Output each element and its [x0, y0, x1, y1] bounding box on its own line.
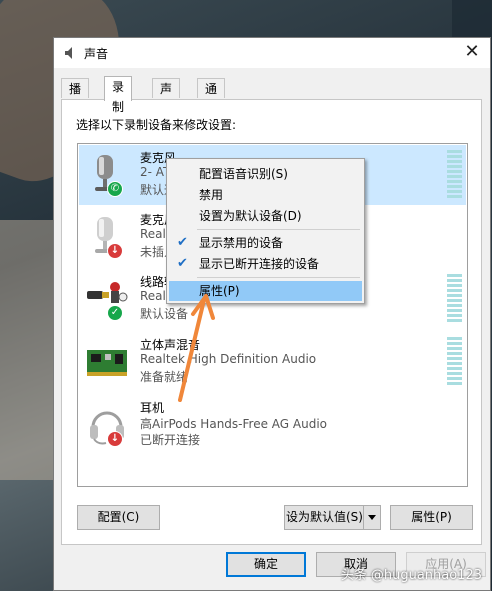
chevron-down-icon[interactable] [363, 506, 380, 529]
background-shape [0, 220, 60, 480]
menu-item-label: 显示已断开连接的设备 [199, 257, 320, 271]
tab-recording[interactable]: 录制 [104, 76, 133, 114]
menu-item-disable[interactable]: 禁用 [169, 185, 362, 205]
properties-button[interactable]: 属性(P) [390, 505, 473, 530]
menu-item-label: 显示禁用的设备 [199, 236, 284, 250]
menu-item-configure-speech[interactable]: 配置语音识别(S) [169, 164, 362, 184]
device-item-stereo-mix[interactable]: 立体声混音 Realtek High Definition Audio 准备就绪 [79, 332, 466, 392]
device-name: 耳机 [140, 401, 165, 415]
menu-item-set-default[interactable]: 设置为默认设备(D) [169, 206, 362, 226]
close-button[interactable]: ✕ [454, 38, 490, 68]
window-title: 声音 [84, 47, 109, 61]
level-meter [447, 274, 462, 324]
device-item-headset[interactable]: ↓ 耳机 高AirPods Hands-Free AG Audio 已断开连接 [79, 395, 466, 455]
device-name: 立体声混音 [140, 338, 201, 352]
sound-card-icon [87, 350, 127, 376]
menu-item-show-disabled[interactable]: ✔ 显示禁用的设备 [169, 233, 362, 253]
set-default-button[interactable]: 设为默认值(S) [284, 505, 381, 530]
check-badge-icon: ✓ [107, 305, 123, 321]
checkmark-icon: ✔ [177, 235, 188, 250]
set-default-label: 设为默认值(S) [286, 510, 363, 524]
ok-button[interactable]: 确定 [226, 552, 306, 577]
device-status: 已断开连接 [140, 433, 201, 447]
device-description: 高AirPods Hands-Free AG Audio [140, 417, 327, 431]
device-status: 准备就绪 [140, 370, 189, 384]
tab-sounds[interactable]: 声音 [152, 78, 181, 116]
down-arrow-badge-icon: ↓ [107, 431, 123, 447]
menu-separator [197, 277, 360, 278]
context-menu: 配置语音识别(S) 禁用 设置为默认设备(D) ✔ 显示禁用的设备 ✔ 显示已断… [166, 158, 365, 304]
menu-item-properties[interactable]: 属性(P) [169, 281, 362, 301]
device-status: 默认设备 [140, 307, 189, 321]
level-meter [447, 337, 462, 387]
level-meter [447, 150, 462, 200]
checkmark-icon: ✔ [177, 256, 188, 271]
speaker-icon [65, 47, 72, 59]
instruction-text: 选择以下录制设备来修改设置: [76, 118, 237, 132]
sound-dialog: 声音 ✕ 播放 录制 声音 通信 选择以下录制设备来修改设置: ✆ 麦克风 2-… [53, 37, 491, 591]
down-arrow-badge-icon: ↓ [107, 243, 123, 259]
tab-playback[interactable]: 播放 [61, 78, 90, 116]
device-description: Realtek High Definition Audio [140, 352, 317, 366]
tab-communications[interactable]: 通信 [197, 78, 226, 116]
watermark-text: 头条 @huguanhao123 [340, 568, 482, 583]
menu-item-show-disconnected[interactable]: ✔ 显示已断开连接的设备 [169, 254, 362, 274]
phone-badge-icon: ✆ [107, 181, 123, 197]
title-bar[interactable]: 声音 ✕ [54, 38, 490, 68]
menu-separator [197, 229, 360, 230]
configure-button[interactable]: 配置(C) [77, 505, 160, 530]
